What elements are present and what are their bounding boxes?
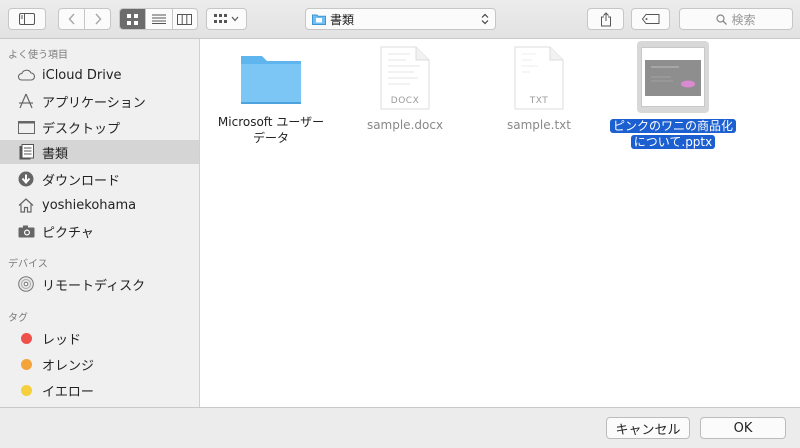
- cloud-icon: [17, 69, 35, 81]
- list-view-button[interactable]: [145, 9, 171, 29]
- toolbar: 書類 検索: [0, 0, 800, 39]
- documents-icon: [19, 144, 34, 160]
- file-name: ピンクのワニの商品化 について.pptx: [609, 118, 736, 150]
- sidebar-item-tag-orange[interactable]: オレンジ: [0, 352, 199, 376]
- location-popup[interactable]: 書類: [305, 8, 496, 30]
- download-icon: [18, 171, 34, 187]
- file-name-line2: データ: [252, 131, 289, 145]
- sidebar-item-label: イエロー: [42, 384, 94, 400]
- file-name-line2: について.pptx: [630, 135, 716, 149]
- file-item-txt[interactable]: TXT sample.txt: [474, 46, 604, 133]
- updown-chevron-icon: [481, 13, 489, 25]
- back-button[interactable]: [59, 9, 84, 29]
- sidebar-item-label: ピクチャ: [42, 225, 94, 241]
- sidebar-item-label: リモートディスク: [42, 278, 146, 294]
- file-name-line1: ピンクのワニの商品化: [609, 119, 736, 133]
- search-field[interactable]: 検索: [679, 8, 793, 30]
- sidebar-item-desktop[interactable]: デスクトップ: [0, 115, 199, 139]
- sidebar-item-home[interactable]: yoshiekohama: [0, 193, 199, 217]
- sidebar-item-icloud-drive[interactable]: iCloud Drive: [0, 63, 199, 87]
- chevron-right-icon: [94, 13, 102, 25]
- sidebar-item-label: iCloud Drive: [42, 67, 122, 83]
- tag-dot-yellow: [20, 384, 32, 396]
- folder-icon: [312, 14, 326, 25]
- sidebar-icon: [19, 13, 35, 25]
- file-item-folder[interactable]: Microsoft ユーザー データ: [206, 50, 336, 146]
- sidebar-item-label: レッド: [42, 332, 82, 348]
- sidebar-item-label: 書類: [42, 146, 69, 162]
- file-name: sample.txt: [507, 118, 571, 132]
- desktop-icon: [17, 120, 35, 134]
- nav-buttons: [58, 8, 111, 30]
- presentation-thumbnail-icon: [641, 47, 705, 107]
- sidebar-item-downloads[interactable]: ダウンロード: [0, 167, 199, 191]
- sidebar-item-tag-red[interactable]: レッド: [0, 326, 199, 350]
- grid-icon: [127, 13, 139, 25]
- forward-button[interactable]: [84, 9, 110, 29]
- disc-icon: [18, 276, 34, 292]
- tag-dot-red: [20, 332, 32, 344]
- chevron-left-icon: [67, 13, 75, 25]
- file-type-badge: TXT: [529, 96, 549, 106]
- list-icon: [151, 14, 166, 24]
- location-label: 書類: [330, 12, 355, 27]
- arrange-button[interactable]: [206, 8, 247, 30]
- file-item-docx[interactable]: DOCX sample.docx: [340, 46, 470, 133]
- sidebar-item-applications[interactable]: アプリケーション: [0, 89, 199, 113]
- search-icon: [716, 13, 728, 25]
- sidebar-item-label: オレンジ: [42, 358, 95, 374]
- sidebar-item-label: デスクトップ: [42, 121, 121, 137]
- selection-highlight: [637, 41, 709, 113]
- sidebar: よく使う項目 iCloud Drive アプリケーション デスクトップ 書類 ダ…: [0, 39, 200, 407]
- devices-header: デバイス: [8, 259, 48, 270]
- file-item-pptx[interactable]: ピンクのワニの商品化 について.pptx: [608, 41, 738, 150]
- tag-dot-orange: [20, 358, 32, 370]
- tag-icon: [641, 14, 659, 24]
- sidebar-item-tag-yellow[interactable]: イエロー: [0, 378, 199, 402]
- chevron-down-icon: [231, 16, 239, 22]
- file-name-line1: Microsoft ユーザー: [217, 115, 325, 129]
- columns-icon: [177, 13, 193, 25]
- view-mode-control: [119, 8, 198, 30]
- file-name: Microsoft ユーザー データ: [218, 114, 324, 146]
- file-name: sample.docx: [366, 118, 444, 132]
- arrange-grid-icon: [214, 14, 227, 23]
- file-browser: Microsoft ユーザー データ DOCX sample.docx TXT …: [201, 39, 800, 407]
- sidebar-item-documents[interactable]: 書類: [0, 140, 199, 164]
- tags-header: タグ: [8, 313, 28, 324]
- sidebar-item-remote-disc[interactable]: リモートディスク: [0, 272, 199, 296]
- sidebar-item-label: ダウンロード: [42, 173, 121, 189]
- share-button[interactable]: [587, 8, 624, 30]
- column-view-button[interactable]: [171, 9, 197, 29]
- home-icon: [18, 197, 34, 213]
- folder-icon: [241, 56, 301, 104]
- sidebar-item-label: アプリケーション: [42, 95, 146, 111]
- search-placeholder: 検索: [731, 12, 756, 27]
- applications-icon: [19, 93, 33, 109]
- dialog-footer: キャンセル OK: [0, 407, 800, 448]
- file-type-badge: DOCX: [390, 96, 420, 106]
- camera-icon: [18, 225, 34, 237]
- ok-button[interactable]: OK: [700, 417, 786, 439]
- cancel-button[interactable]: キャンセル: [606, 417, 690, 439]
- sidebar-item-label: yoshiekohama: [42, 197, 137, 213]
- sidebar-item-pictures[interactable]: ピクチャ: [0, 219, 199, 243]
- tag-button[interactable]: [631, 8, 670, 30]
- icon-view-button[interactable]: [120, 9, 146, 29]
- share-icon: [600, 11, 611, 26]
- sidebar-toggle-button[interactable]: [8, 8, 46, 30]
- favorites-header: よく使う項目: [8, 50, 68, 61]
